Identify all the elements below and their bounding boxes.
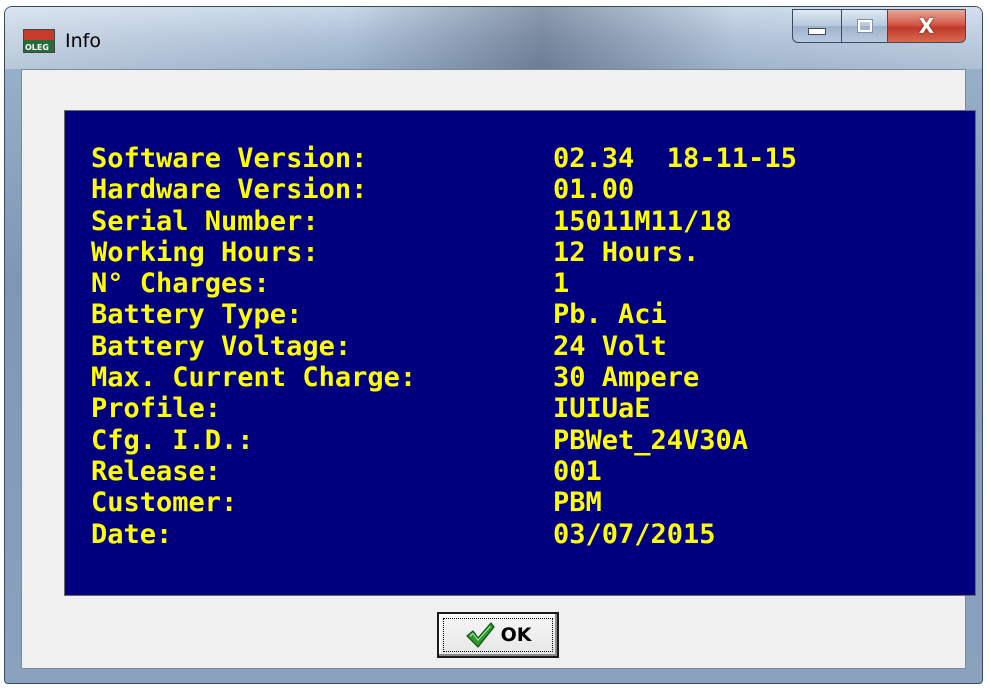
info-row: Profile: IUIUaE <box>91 393 797 424</box>
info-row-label: Release: <box>91 455 222 487</box>
info-row: Max. Current Charge: 30 Ampere <box>91 362 797 393</box>
info-row-value: 03/07/2015 <box>553 518 716 550</box>
info-row-label: Working Hours: <box>91 236 319 268</box>
info-row: Hardware Version: 01.00 <box>91 174 797 205</box>
close-icon: X <box>918 14 935 38</box>
info-row-label: N° Charges: <box>91 268 270 300</box>
info-row-label: Cfg. I.D.: <box>91 424 254 456</box>
info-window: OLEG Info X Software Version: 02.34 18-11… <box>4 6 983 684</box>
info-row-value: 24 Volt <box>553 330 667 362</box>
info-row: N° Charges: 1 <box>91 268 797 299</box>
info-row-value: 1 <box>553 268 570 300</box>
info-row-label: Software Version: <box>91 143 368 174</box>
info-row-value: IUIUaE <box>553 393 651 425</box>
info-row-value: 12 Hours. <box>553 236 700 268</box>
info-row-value: 02.34 18-11-15 <box>553 143 797 174</box>
app-icon-text: OLEG <box>25 43 49 52</box>
info-row: Software Version: 02.34 18-11-15 <box>91 143 797 174</box>
close-button[interactable]: X <box>888 9 966 43</box>
minimize-button[interactable] <box>792 9 842 43</box>
info-row: Customer: PBM <box>91 487 797 518</box>
maximize-icon <box>856 19 873 33</box>
info-rows: Software Version: 02.34 18-11-15 Hardware … <box>91 143 797 550</box>
info-row-value: 15011M11/18 <box>553 205 732 237</box>
info-row: Release: 001 <box>91 456 797 487</box>
info-panel: Software Version: 02.34 18-11-15 Hardware … <box>64 110 976 596</box>
info-row: Date: 03/07/2015 <box>91 519 797 550</box>
info-row-value: Pb. Aci <box>553 299 667 331</box>
title-bar[interactable]: OLEG Info X <box>5 7 982 69</box>
ok-focus-rect <box>443 618 553 652</box>
info-row-value: 30 Ampere <box>553 362 700 394</box>
info-row-label: Hardware Version: <box>91 174 368 206</box>
minimize-icon <box>808 27 826 35</box>
info-row-value: PBWet_24V30A <box>553 424 749 456</box>
info-row-value: 01.00 <box>553 174 635 206</box>
info-row: Battery Type: Pb. Aci <box>91 299 797 330</box>
app-icon[interactable]: OLEG <box>23 29 55 53</box>
dialog-client-area: Software Version: 02.34 18-11-15 Hardware … <box>21 69 976 669</box>
info-row-value: PBM <box>553 487 602 519</box>
info-row-label: Max. Current Charge: <box>91 362 417 394</box>
info-row: Working Hours: 12 Hours. <box>91 237 797 268</box>
window-controls: X <box>792 9 966 45</box>
maximize-button[interactable] <box>842 9 888 43</box>
info-row: Cfg. I.D.: PBWet_24V30A <box>91 425 797 456</box>
info-row-label: Customer: <box>91 487 238 519</box>
window-title: Info <box>65 30 101 52</box>
info-row: Battery Voltage: 24 Volt <box>91 331 797 362</box>
info-row-label: Date: <box>91 518 173 550</box>
info-row-label: Battery Type: <box>91 299 303 331</box>
info-row-label: Serial Number: <box>91 205 319 237</box>
info-row-value: 001 <box>553 455 602 487</box>
info-row-label: Battery Voltage: <box>91 330 352 362</box>
info-row: Serial Number: 15011M11/18 <box>91 206 797 237</box>
ok-button[interactable]: OK <box>437 612 559 658</box>
info-row-label: Profile: <box>91 393 222 425</box>
info-table: Software Version: 02.34 18-11-15 Hardware … <box>91 143 797 550</box>
